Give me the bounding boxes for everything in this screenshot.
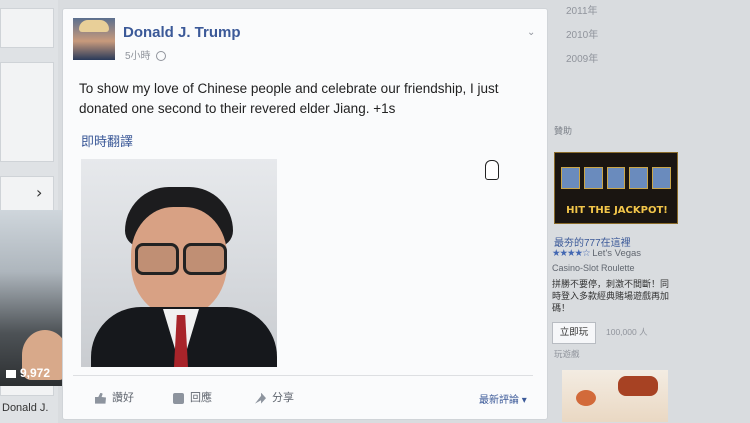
year-item[interactable]: 2010年 [566,24,598,48]
second-ad-image[interactable] [562,370,668,422]
left-column: › 9,972 Donald J. [0,0,72,423]
translate-link[interactable]: 即時翻譯 [81,131,133,150]
glasses-lens-right [183,243,227,275]
left-count-value: 9,972 [20,366,51,380]
post-author[interactable]: Donald J. Trump [123,24,241,41]
star-rating-icon: ★★★★☆ [552,248,591,259]
ad-play-button[interactable]: 立即玩 [552,322,596,344]
photo-glasses [135,243,227,275]
year-item[interactable]: 2009年 [566,48,598,72]
post-card: Donald J. Trump 5小時 ⌄ To show my love of… [62,8,548,420]
ad-description: 拼勝不要停，刺激不間斷！同時登入多款經典賭場遊戲再加碼！ [552,279,670,313]
like-icon [95,392,106,404]
comment-count-icon [6,369,16,378]
ad-subtitle: Casino-Slot Roulette [552,263,635,273]
slot-reels [561,167,671,189]
share-icon [255,392,266,404]
left-card [0,8,54,48]
post-time[interactable]: 5小時 [125,51,151,62]
divider [73,375,533,376]
ad-image[interactable]: HIT THE JACKPOT! [554,152,678,224]
comment-button[interactable]: 回應 [173,389,212,405]
ad-image-text: HIT THE JACKPOT! [566,205,668,216]
year-item[interactable]: 2011年 [566,0,598,24]
ad-user-count: 100,000 人 [606,327,648,337]
avatar[interactable] [73,18,115,60]
comment-icon [173,392,184,404]
year-list: 2011年 2010年 2009年 [566,0,598,72]
globe-icon [156,51,167,62]
avatar-hair [79,20,109,32]
left-comment-count: 9,972 [6,366,50,380]
glasses-lens-left [135,243,179,275]
left-card [0,62,54,162]
ad-play-link[interactable]: 玩遊戲 [554,348,580,360]
like-label: 讚好 [112,392,134,404]
latest-comments-dropdown[interactable]: 最新評論 ▾ [479,391,527,406]
chevron-right-icon[interactable]: › [36,185,50,201]
latest-comments-label: 最新評論 [479,395,519,406]
share-label: 分享 [272,392,294,404]
ad-rating-text: Let's Vegas [592,248,642,259]
like-button[interactable]: 讚好 [95,389,134,405]
comment-label: 回應 [190,392,212,404]
post-photo[interactable] [81,159,277,367]
ad-rating: ★★★★☆ Let's Vegas [552,248,641,259]
post-text: To show my love of Chinese people and ce… [79,81,499,116]
post-options-chevron-icon[interactable]: ⌄ [527,27,535,38]
post-meta: 5小時 [125,47,167,62]
left-page-name[interactable]: Donald J. [2,402,48,414]
share-button[interactable]: 分享 [255,389,294,405]
ad-title[interactable]: 最夯的777在這裡 [554,234,631,249]
sponsored-heading: 贊助 [554,126,573,136]
cursor-icon [485,160,499,180]
ad-graphic [618,376,658,396]
caret-down-icon: ▾ [521,395,527,406]
ad-graphic [576,390,596,406]
